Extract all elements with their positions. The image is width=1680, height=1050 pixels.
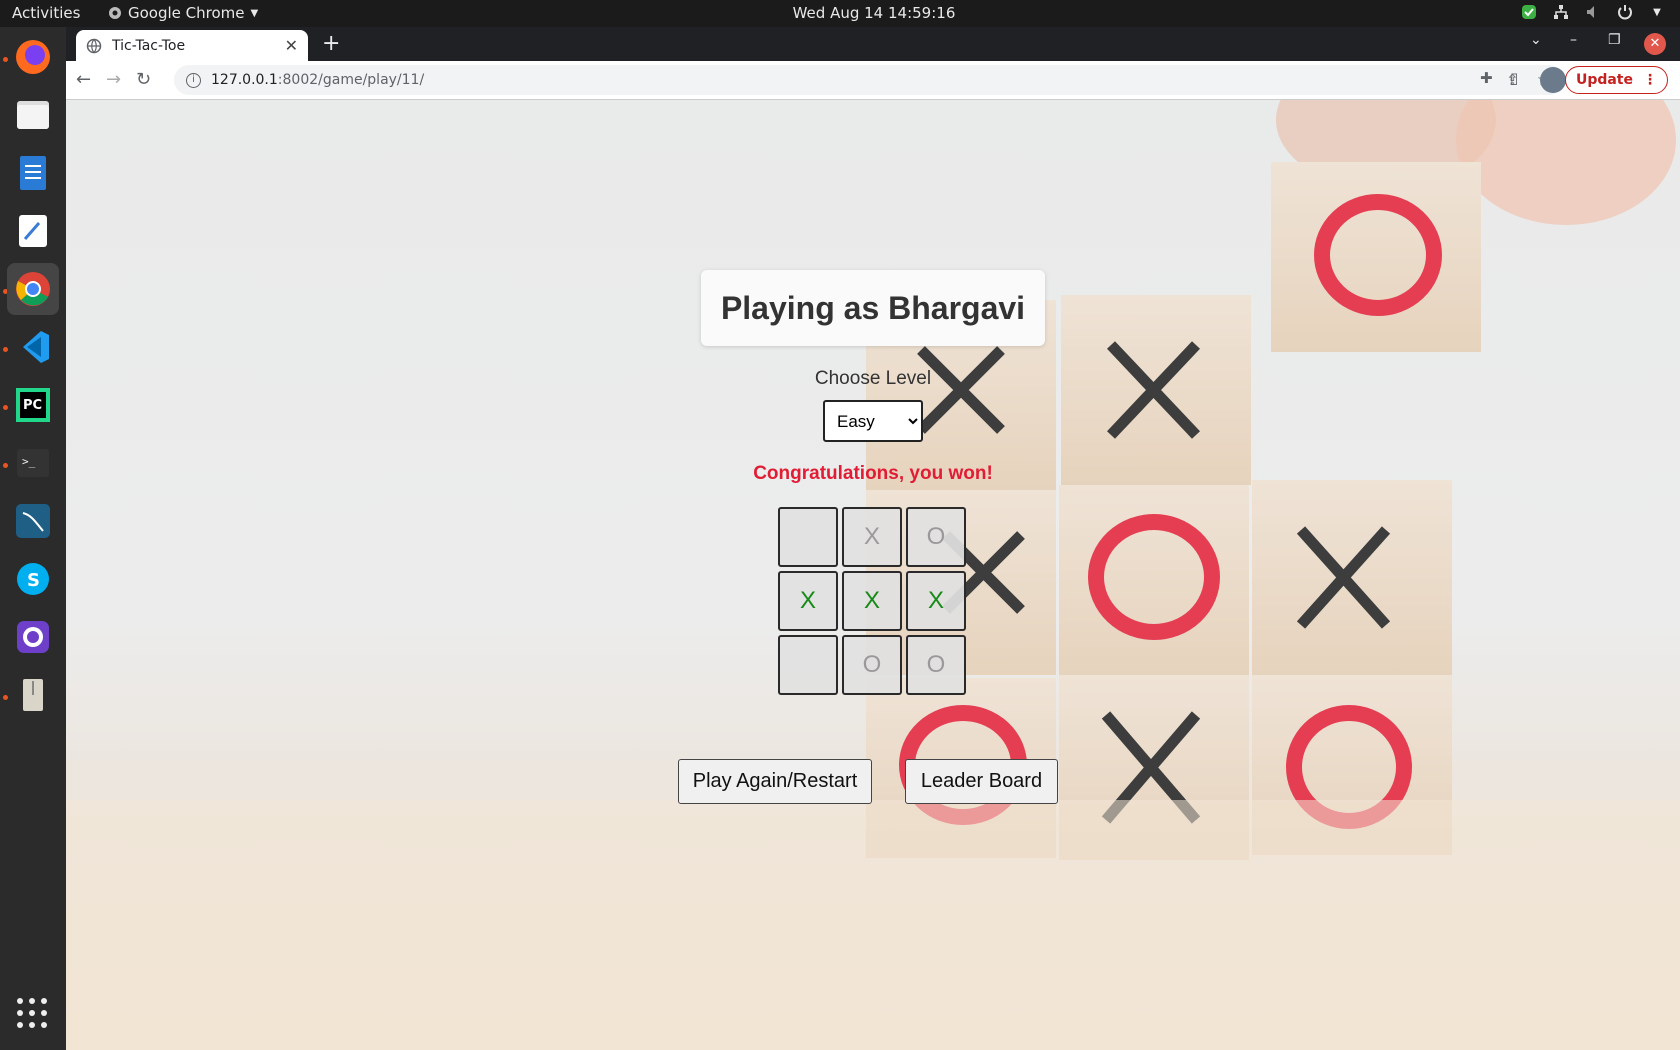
- new-tab-button[interactable]: +: [322, 31, 340, 56]
- forward-icon[interactable]: →: [106, 69, 121, 90]
- board-cell-winning[interactable]: X: [906, 571, 966, 631]
- board-cell-winning[interactable]: X: [842, 571, 902, 631]
- restore-icon[interactable]: ❐: [1608, 32, 1621, 48]
- play-again-button[interactable]: Play Again/Restart: [678, 759, 872, 804]
- github-desktop-icon[interactable]: [7, 611, 59, 663]
- svg-text:>_: >_: [22, 455, 36, 468]
- browser-toolbar: ← → ↻ i 127.0.0.1:8002/game/play/11/ ⇪ ☆…: [66, 61, 1680, 100]
- reload-icon[interactable]: ↻: [136, 69, 151, 90]
- side-panel-icon[interactable]: ▯: [1510, 69, 1518, 87]
- board-cell[interactable]: [778, 507, 838, 567]
- skype-icon[interactable]: S: [7, 553, 59, 605]
- show-applications-icon[interactable]: [17, 998, 47, 1028]
- board-cell[interactable]: O: [842, 635, 902, 695]
- files-icon[interactable]: [7, 89, 59, 141]
- writer-icon[interactable]: [7, 147, 59, 199]
- chrome-icon[interactable]: [7, 263, 59, 315]
- volume-icon[interactable]: [1584, 3, 1602, 21]
- text-editor-icon[interactable]: [7, 205, 59, 257]
- pycharm-icon[interactable]: PC: [7, 379, 59, 431]
- update-label: Update: [1575, 72, 1633, 88]
- close-window-icon[interactable]: ✕: [1644, 33, 1666, 55]
- back-icon[interactable]: ←: [76, 69, 91, 90]
- url-host: 127.0.0.1: [211, 72, 278, 88]
- result-message: Congratulations, you won!: [753, 463, 993, 484]
- globe-icon: [86, 38, 102, 53]
- update-shield-icon[interactable]: [1520, 3, 1538, 21]
- chrome-small-icon: [109, 7, 121, 19]
- address-bar[interactable]: i 127.0.0.1:8002/game/play/11/ ⇪ ☆: [174, 65, 1564, 95]
- system-top-bar: Activities Google Chrome ▼ Wed Aug 14 14…: [0, 0, 1680, 27]
- leader-board-button[interactable]: Leader Board: [905, 759, 1058, 804]
- update-button[interactable]: Update ⋮: [1564, 66, 1668, 94]
- level-label: Choose Level: [814, 368, 932, 389]
- svg-text:PC: PC: [23, 398, 42, 413]
- tab-strip: Tic-Tac-Toe ✕ + ⌄ – ❐ ✕: [66, 27, 1680, 61]
- power-icon[interactable]: [1616, 3, 1634, 21]
- app-menu[interactable]: Google Chrome ▼: [108, 4, 258, 22]
- extensions-icon[interactable]: ✚: [1480, 69, 1493, 87]
- firefox-icon[interactable]: [7, 31, 59, 83]
- chevron-down-icon: ▼: [250, 7, 259, 19]
- minimize-icon[interactable]: –: [1570, 32, 1577, 48]
- profile-avatar[interactable]: [1540, 67, 1566, 93]
- page-content: Playing as Bhargavi Choose Level Easy Co…: [66, 100, 1680, 1050]
- game-board: X O X X X O O: [778, 507, 970, 695]
- player-heading: Playing as Bhargavi: [701, 270, 1045, 346]
- clock[interactable]: Wed Aug 14 14:59:16: [793, 4, 956, 22]
- level-select[interactable]: Easy: [823, 400, 923, 442]
- dock: PC >_ S: [0, 27, 66, 1050]
- svg-text:S: S: [27, 570, 40, 591]
- tab-search-icon[interactable]: ⌄: [1530, 32, 1542, 48]
- archive-icon[interactable]: [7, 669, 59, 721]
- board-cell[interactable]: O: [906, 507, 966, 567]
- terminal-icon[interactable]: >_: [7, 437, 59, 489]
- close-tab-icon[interactable]: ✕: [285, 36, 298, 55]
- more-menu-icon[interactable]: ⋮: [1643, 72, 1657, 88]
- tab-title: Tic-Tac-Toe: [112, 37, 186, 54]
- url-path: :8002/game/play/11/: [277, 72, 425, 88]
- site-info-icon[interactable]: i: [186, 72, 201, 88]
- board-cell[interactable]: X: [842, 507, 902, 567]
- board-cell[interactable]: [778, 635, 838, 695]
- tab-tic-tac-toe[interactable]: Tic-Tac-Toe ✕: [76, 30, 308, 61]
- board-cell-winning[interactable]: X: [778, 571, 838, 631]
- mysql-workbench-icon[interactable]: [7, 495, 59, 547]
- network-icon[interactable]: [1552, 3, 1570, 21]
- board-cell[interactable]: O: [906, 635, 966, 695]
- activities-button[interactable]: Activities: [12, 4, 80, 22]
- browser-window: Tic-Tac-Toe ✕ + ⌄ – ❐ ✕ ← → ↻ i 127.0.0.…: [66, 27, 1680, 100]
- app-menu-label: Google Chrome: [128, 4, 245, 22]
- chevron-down-icon[interactable]: ▼: [1648, 3, 1666, 21]
- vscode-icon[interactable]: [7, 321, 59, 373]
